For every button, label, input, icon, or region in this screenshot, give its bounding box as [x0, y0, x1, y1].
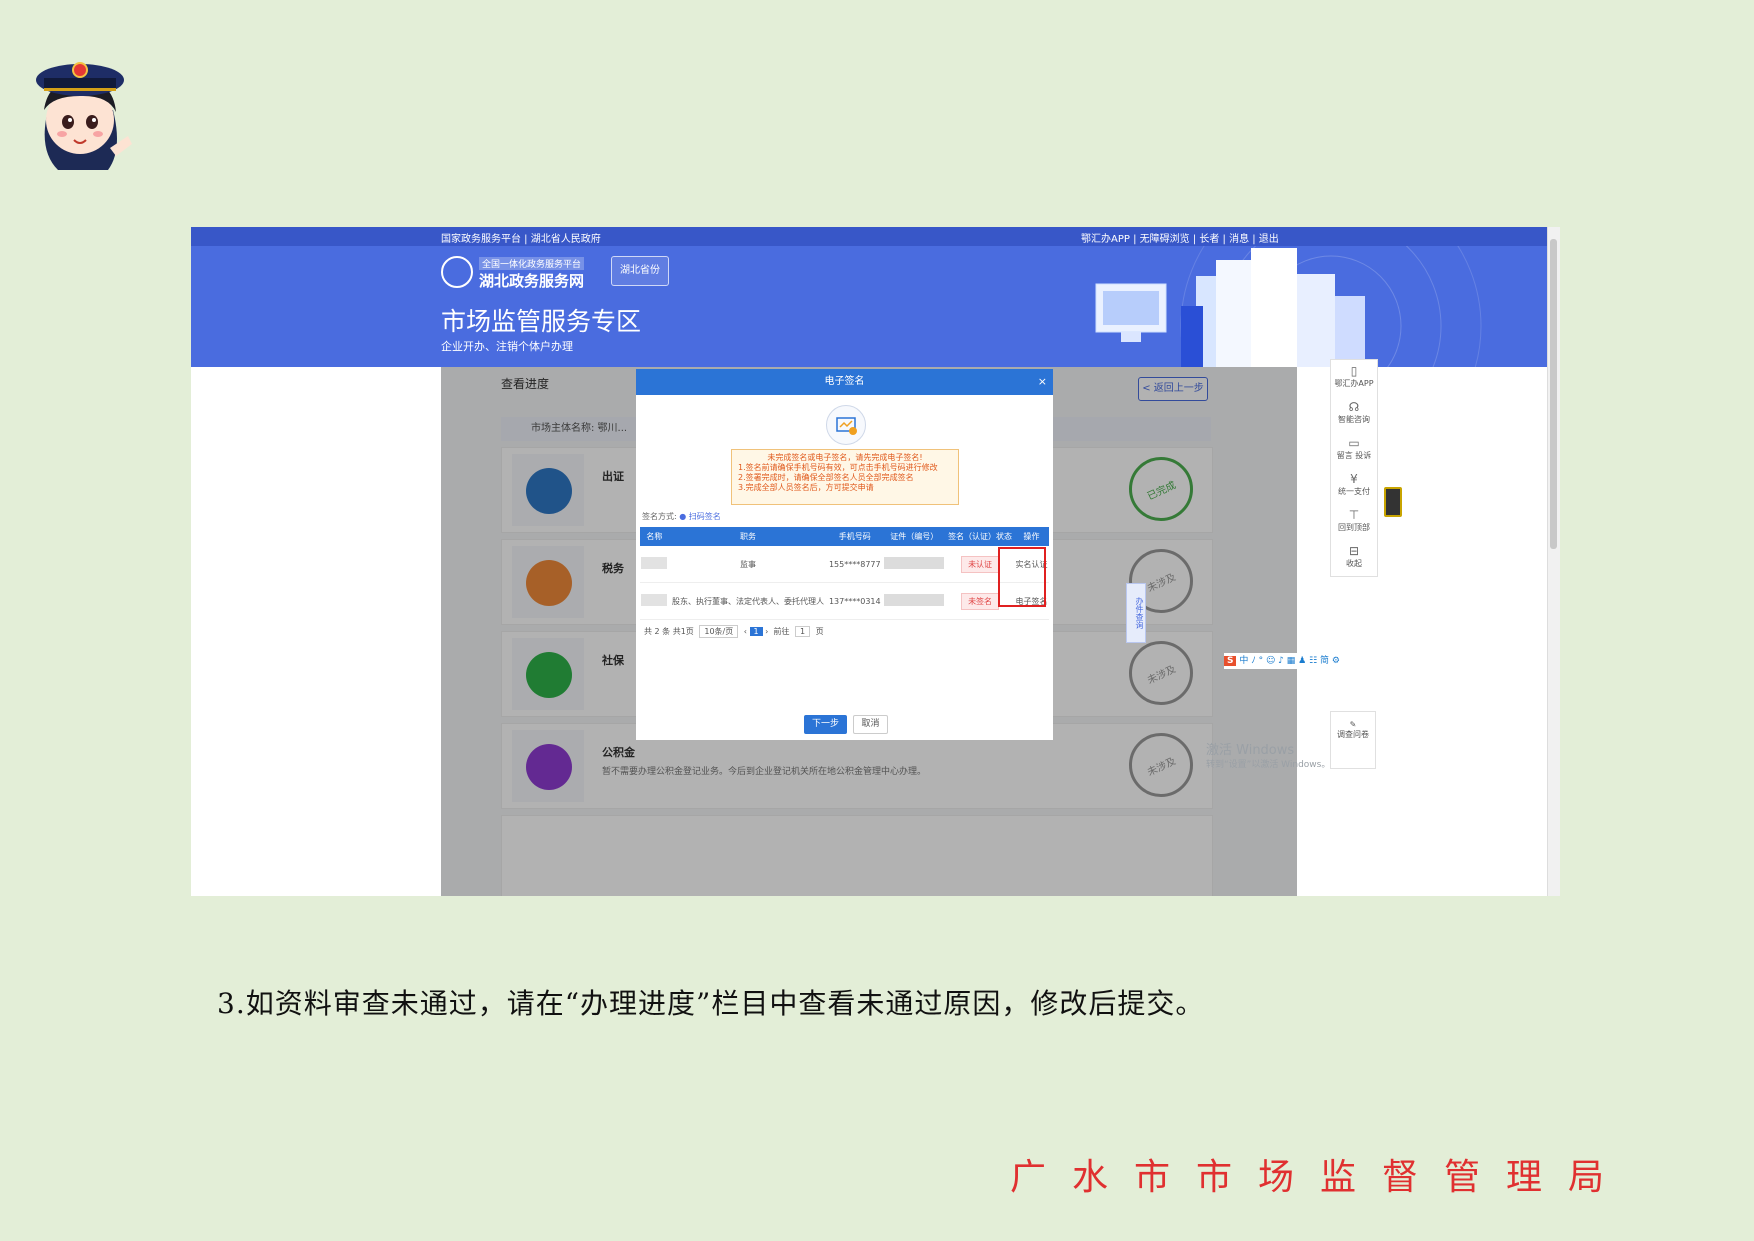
side-toolbar: ▯ 鄂汇办APP ☊ 智能咨询 ▭ 留言 投诉 ¥ 统一支付 ⊤ 回到顶部 ⊟ 收起: [1330, 359, 1378, 577]
city-illustration: [1095, 246, 1482, 367]
back-to-top-item[interactable]: ⊤ 回到顶部: [1331, 504, 1377, 540]
next-page-icon[interactable]: ›: [765, 627, 768, 636]
survey-widget[interactable]: ✎ 调查问卷: [1330, 711, 1376, 769]
cancel-button[interactable]: 取消: [853, 715, 888, 734]
pagination: 共 2 条 共1页 10条/页 ‹ 1 › 前往 1 页: [644, 625, 824, 638]
pager-total: 共 2 条 共1页: [644, 627, 694, 636]
notice-line: 2.签署完成时，请确保全部签名人员全部完成签名: [738, 473, 914, 482]
goto-page-input[interactable]: 1: [795, 626, 811, 637]
floating-widget-icon[interactable]: [1384, 487, 1402, 517]
signer-duty: 股东、执行董事、法定代表人、委托代理人: [668, 582, 828, 620]
column-header: 手机号码: [827, 527, 883, 546]
notice-line: 3.完成全部人员签名后，方可提交申请: [738, 483, 874, 492]
dialog-header: 电子签名 ×: [636, 369, 1053, 395]
windows-activation-watermark: 激活 Windows: [1206, 743, 1295, 758]
signer-table: 名称 职务 手机号码 证件（编号） 签名（认证）状态 操作 监事 155****…: [640, 527, 1049, 620]
column-header: 签名（认证）状态: [946, 527, 1014, 546]
collapse-item[interactable]: ⊟ 收起: [1331, 540, 1377, 576]
topbar-links-left[interactable]: 国家政务服务平台 | 湖北省人民政府: [441, 230, 601, 245]
screenshot-frame: 国家政务服务平台 | 湖北省人民政府 鄂汇办APP | 无障碍浏览 | 长者 |…: [191, 227, 1560, 896]
scrollbar[interactable]: [1547, 227, 1560, 896]
pager-unit: 页: [815, 627, 824, 636]
masked-name: [641, 594, 668, 606]
sign-method-radio[interactable]: ● 扫码签名: [679, 512, 721, 521]
headset-icon: ☊: [1348, 400, 1360, 414]
ime-logo-icon: S: [1224, 656, 1237, 666]
signer-phone[interactable]: 155****8777: [827, 546, 883, 583]
instruction-text: 3.如资料审查未通过，请在“办理进度”栏目中查看未通过原因，修改后提交。: [217, 987, 1205, 1020]
logo-title: 湖北政务服务网: [479, 272, 585, 290]
signer-duty: 监事: [668, 546, 828, 583]
signature-notice: 未完成签名或电子签名，请先完成电子签名! 1.签名前请确保手机号码有效，可点击手…: [731, 449, 959, 505]
notice-line: 1.签名前请确保手机号码有效，可点击手机号码进行修改: [738, 463, 938, 472]
page-number[interactable]: 1: [749, 627, 763, 636]
masked-id: [884, 594, 945, 606]
topbar-links-right[interactable]: 鄂汇办APP | 无障碍浏览 | 长者 | 消息 | 退出: [1081, 230, 1279, 245]
windows-activation-hint: 转到“设置”以激活 Windows。: [1206, 760, 1331, 770]
payment-item[interactable]: ¥ 统一支付: [1331, 468, 1377, 504]
portal-topbar: 国家政务服务平台 | 湖北省人民政府 鄂汇办APP | 无障碍浏览 | 长者 |…: [191, 227, 1548, 246]
logo-subtitle: 全国一体化政务服务平台: [479, 257, 585, 270]
status-badge: 未认证: [961, 555, 1000, 573]
case-query-tab[interactable]: 办件查询: [1126, 583, 1146, 643]
next-step-button[interactable]: 下一步: [804, 715, 847, 734]
sign-method-label: 签名方式:: [642, 512, 677, 521]
organization-name: 广水市市场监督管理局: [1010, 1157, 1631, 1198]
portal-logo-icon: [441, 256, 473, 288]
highlight-box: [998, 547, 1046, 607]
leaf-icon: ✎: [1349, 720, 1357, 729]
app-download-item[interactable]: ▯ 鄂汇办APP: [1331, 360, 1377, 396]
message-icon: ▭: [1348, 436, 1360, 450]
yuan-icon: ¥: [1350, 472, 1358, 486]
masked-name: [641, 557, 668, 569]
masked-id: [884, 557, 945, 569]
column-header: 名称: [640, 527, 669, 546]
column-header: 操作: [1014, 527, 1049, 546]
portal-banner: 全国一体化政务服务平台 湖北政务服务网 湖北省份 市场监管服务专区 企业开办、注…: [191, 246, 1548, 367]
prev-page-icon[interactable]: ‹: [744, 627, 747, 636]
column-header: 证件（编号）: [882, 527, 947, 546]
arrow-up-icon: ⊤: [1348, 508, 1360, 522]
complaint-item[interactable]: ▭ 留言 投诉: [1331, 432, 1377, 468]
collapse-icon: ⊟: [1348, 544, 1360, 558]
sign-method: 签名方式: ● 扫码签名: [642, 511, 721, 522]
signer-phone[interactable]: 137****0314: [827, 582, 883, 620]
pager-goto-label: 前往: [773, 627, 790, 636]
dialog-title: 电子签名: [824, 376, 865, 387]
inspector-mascot-illustration: [36, 62, 132, 170]
smart-consult-item[interactable]: ☊ 智能咨询: [1331, 396, 1377, 432]
phone-icon: ▯: [1350, 364, 1358, 378]
table-row: 监事 155****8777 未认证 实名认证: [640, 546, 1049, 583]
signature-icon: [826, 405, 866, 445]
notice-title: 未完成签名或电子签名，请先完成电子签名!: [767, 453, 923, 462]
page-size-select[interactable]: 10条/页: [699, 625, 739, 638]
zone-subtitle: 企业开办、注销个体户办理: [441, 340, 573, 353]
status-badge: 未签名: [961, 592, 1000, 610]
ime-toolbar[interactable]: S 中 ﾉ ° ☺ ♪ ▦ ♟ ☷ 简 ⚙: [1224, 653, 1402, 669]
zone-title: 市场监管服务专区: [441, 307, 642, 336]
column-header: 职务: [668, 527, 828, 546]
region-switch-button[interactable]: 湖北省份: [611, 256, 669, 286]
e-signature-dialog: 电子签名 × 未完成签名或电子签名，请先完成电子签名! 1.签名前请确保手机号码…: [636, 369, 1053, 740]
close-icon[interactable]: ×: [1038, 369, 1047, 395]
table-row: 股东、执行董事、法定代表人、委托代理人 137****0314 未签名 电子签名: [640, 582, 1049, 620]
